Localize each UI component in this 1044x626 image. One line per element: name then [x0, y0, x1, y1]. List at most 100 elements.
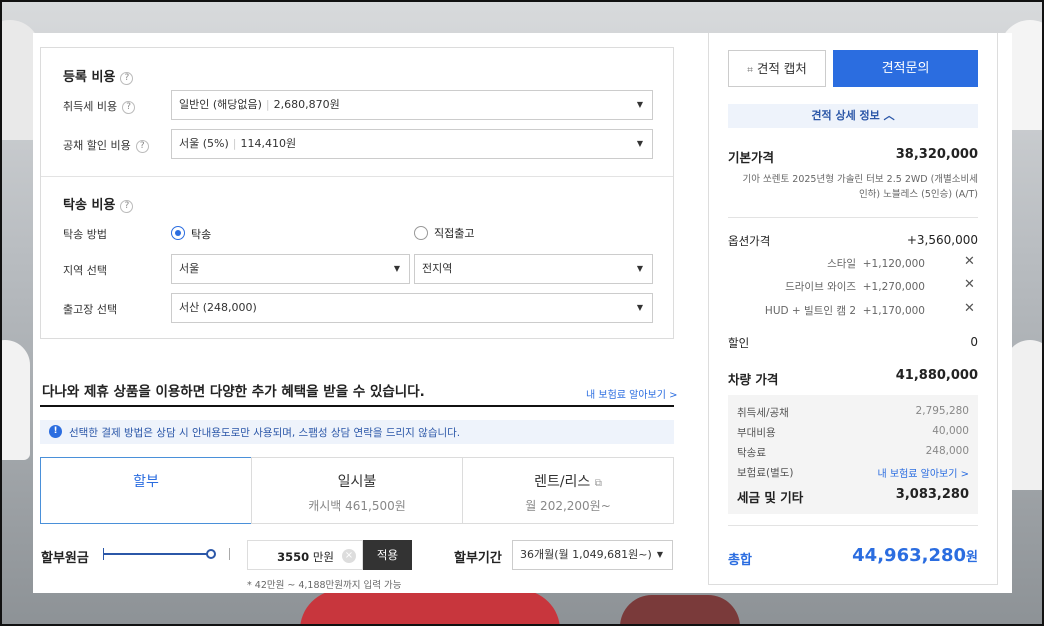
tab-lump-sum-label: 일시불 [337, 474, 377, 490]
external-window-icon: ⧉ [594, 478, 602, 489]
divider [728, 525, 978, 526]
fee-label: 취득세/공채 [737, 407, 789, 419]
tab-lump-sum[interactable]: 일시불 캐시백 461,500원 [251, 457, 463, 524]
fee-label: 부대비용 [737, 427, 776, 439]
fee-value: 2,795,280 [915, 405, 969, 417]
fee-breakdown-box: 취득세/공채 2,795,280 부대비용 40,000 탁송료 248,000… [728, 395, 978, 514]
registration-section-title: 등록 비용? [63, 66, 134, 85]
fee-label: 보험료(별도) [737, 467, 794, 479]
vehicle-price-value: 41,880,000 [895, 368, 978, 383]
principal-input[interactable]: 3550 만원 × [247, 540, 363, 570]
release-center-value: 서산 (248,000) [179, 301, 257, 314]
cost-settings-panel: 등록 비용? 취득세 비용? 일반인 (해당없음) | 2,680,870원 ▼ 공… [33, 33, 708, 593]
vehicle-price-label: 차량 가격 [728, 372, 779, 387]
registration-title-text: 등록 비용 [63, 70, 116, 85]
caret-down-icon: ▼ [393, 264, 400, 273]
tax-etc-label: 세금 및 기타 [737, 490, 804, 505]
divider [41, 176, 673, 177]
discount-value: 0 [970, 335, 978, 349]
bond-amount-value: 114,410원 [240, 137, 297, 150]
principal-slider[interactable] [103, 548, 230, 560]
option-price-total: +3,560,000 [906, 233, 978, 247]
period-select[interactable]: 36개월(월 1,049,681원~) ▼ [512, 540, 673, 570]
release-center-select[interactable]: 서산 (248,000) ▼ [171, 293, 653, 323]
region-value: 서울 [179, 262, 200, 275]
total-label: 총합 [728, 553, 752, 568]
tab-installment-label: 할부 [133, 474, 159, 490]
heading-underline [40, 405, 674, 407]
base-price-value: 38,320,000 [895, 147, 978, 162]
district-select[interactable]: 전지역 ▼ [414, 254, 653, 284]
tax-amount-value: 2,680,870원 [273, 98, 340, 111]
slider-end-tick [229, 548, 230, 560]
slider-thumb[interactable] [206, 549, 216, 559]
caret-down-icon: ▼ [636, 100, 643, 109]
panel-right-border [997, 33, 998, 585]
notice-text: 선택한 결제 방법은 상담 시 안내용도로만 사용되며, 스팸성 상담 연락을 … [69, 427, 461, 439]
radio-delivery-label[interactable]: 탁송 [191, 226, 211, 242]
tab-installment[interactable]: 할부 [40, 457, 252, 524]
remove-option-icon[interactable]: ✕ [964, 301, 975, 316]
caret-down-icon: ▼ [636, 303, 643, 312]
radio-direct-pickup-label[interactable]: 직접출고 [434, 225, 474, 241]
option-price: +1,270,000 [862, 281, 925, 293]
model-description: 기아 쏘렌토 2025년형 가솔린 터보 2.5 2WD (개별소비세 인하) … [742, 174, 978, 200]
apply-button[interactable]: 적용 [363, 540, 412, 570]
region-select[interactable]: 서울 ▼ [171, 254, 410, 284]
delivery-method-label: 탁송 방법 [63, 228, 107, 241]
bond-select[interactable]: 서울 (5%) | 114,410원 ▼ [171, 129, 653, 159]
option-price: +1,120,000 [862, 258, 925, 270]
fee-label: 탁송료 [737, 447, 766, 459]
bond-cost-label: 공채 할인 비용? [63, 137, 149, 153]
remove-option-icon[interactable]: ✕ [964, 277, 975, 292]
insurance-check-link[interactable]: 내 보험료 알아보기 > [877, 465, 969, 480]
base-price-label: 기본가격 [728, 150, 775, 165]
option-item: 스타일 +1,120,000 [827, 256, 925, 271]
quote-capture-button[interactable]: ⌗ 견적 캡처 [728, 50, 826, 87]
radio-delivery[interactable] [171, 226, 185, 240]
crop-icon: ⌗ [747, 65, 753, 76]
principal-unit: 만원 [312, 550, 334, 564]
option-item: 드라이브 와이즈 +1,270,000 [785, 279, 925, 294]
option-name: 드라이브 와이즈 [785, 281, 857, 293]
help-icon[interactable]: ? [122, 101, 136, 114]
help-icon[interactable]: ? [120, 72, 134, 85]
quote-inquiry-button[interactable]: 견적문의 [833, 50, 978, 87]
caret-down-icon: ▼ [636, 264, 643, 273]
tax-cost-label: 취득세 비용? [63, 98, 136, 114]
insurance-check-link[interactable]: 내 보험료 알아보기 > [586, 386, 678, 401]
total-price: 44,963,280원 [852, 545, 978, 566]
partner-benefit-heading: 다나와 제휴 상품을 이용하면 다양한 추가 혜택을 받을 수 있습니다. [42, 384, 425, 400]
quote-detail-label: 견적 상세 정보 [811, 109, 880, 122]
fee-value: 248,000 [925, 445, 969, 457]
tax-cost-label-text: 취득세 비용 [63, 100, 118, 113]
tax-type-value: 일반인 (해당없음) [179, 98, 262, 111]
bond-type-value: 서울 (5%) [179, 137, 229, 150]
cost-options-box: 등록 비용? 취득세 비용? 일반인 (해당없음) | 2,680,870원 ▼ 공… [40, 47, 674, 339]
tab-rent-lease-sub: 월 202,200원~ [525, 499, 611, 513]
fee-value: 40,000 [932, 425, 969, 437]
option-price-label: 옵션가격 [728, 234, 771, 248]
tab-lump-sum-sub: 캐시백 461,500원 [308, 499, 406, 513]
quote-detail-toggle[interactable]: 견적 상세 정보 ︿ [728, 104, 978, 128]
help-icon[interactable]: ? [120, 200, 134, 213]
delivery-section-title: 탁송 비용? [63, 194, 134, 213]
clear-icon[interactable]: × [342, 549, 356, 563]
total-unit: 원 [966, 550, 978, 565]
option-price: +1,170,000 [862, 305, 925, 317]
tax-type-select[interactable]: 일반인 (해당없음) | 2,680,870원 ▼ [171, 90, 653, 120]
delivery-title-text: 탁송 비용 [63, 198, 116, 213]
discount-label: 할인 [728, 336, 750, 350]
period-label: 할부기간 [454, 551, 502, 566]
district-value: 전지역 [422, 262, 453, 275]
panel-left-border [708, 33, 709, 585]
radio-direct-pickup[interactable] [414, 226, 428, 240]
tab-rent-lease-text: 렌트/리스 [534, 474, 591, 490]
help-icon[interactable]: ? [135, 140, 149, 153]
tab-rent-lease[interactable]: 렌트/리스 ⧉ 월 202,200원~ [462, 457, 674, 524]
option-item: HUD + 빌트인 캠 2 +1,170,000 [765, 303, 925, 318]
remove-option-icon[interactable]: ✕ [964, 254, 975, 269]
panel-bottom-border [708, 584, 998, 585]
bond-cost-label-text: 공채 할인 비용 [63, 139, 131, 152]
divider [728, 217, 978, 218]
